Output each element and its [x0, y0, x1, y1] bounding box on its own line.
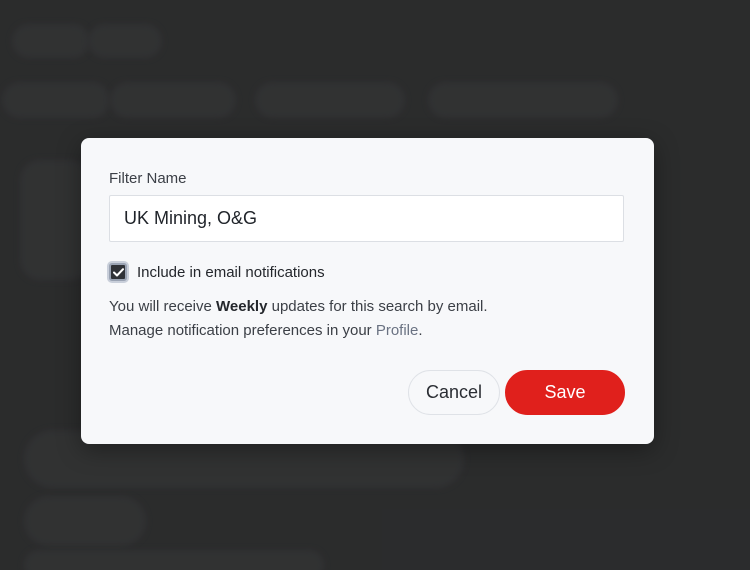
- notification-info-text: You will receive Weekly updates for this…: [109, 295, 488, 343]
- filter-name-label: Filter Name: [109, 170, 187, 187]
- frequency-value: Weekly: [216, 298, 268, 315]
- email-notifications-label[interactable]: Include in email notifications: [137, 264, 325, 281]
- save-button[interactable]: Save: [505, 370, 625, 415]
- email-notifications-checkbox[interactable]: [109, 263, 127, 281]
- info-line2-prefix: Manage notification preferences in your: [109, 322, 376, 339]
- save-filter-dialog: Filter Name Include in email notificatio…: [81, 138, 654, 444]
- email-notifications-option[interactable]: Include in email notifications: [109, 262, 325, 282]
- cancel-button[interactable]: Cancel: [408, 370, 500, 415]
- info-line-frequency: You will receive Weekly updates for this…: [109, 295, 488, 319]
- info-line-preferences: Manage notification preferences in your …: [109, 319, 488, 343]
- filter-name-input[interactable]: [109, 195, 624, 242]
- checkmark-icon: [112, 267, 124, 276]
- info-line1-prefix: You will receive: [109, 298, 216, 315]
- profile-link[interactable]: Profile: [376, 322, 419, 339]
- info-line2-suffix: .: [418, 322, 423, 339]
- info-line1-suffix: updates for this search by email.: [267, 298, 488, 315]
